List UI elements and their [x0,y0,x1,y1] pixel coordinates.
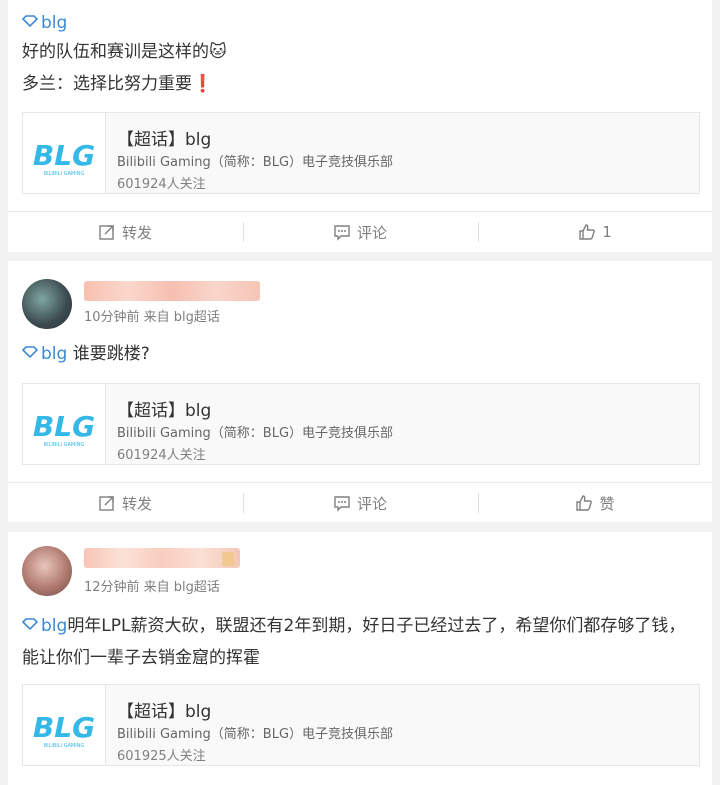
post-card-2: 10分钟前 来自 blg超话 blg 谁要跳楼? BLG BILIBILI GA… [8,261,712,522]
like-label: 赞 [599,494,615,513]
card-followers: 601925人关注 [117,749,206,764]
card-title: 【超话】blg [117,130,212,150]
repost-button[interactable]: 转发 [8,212,242,252]
avatar[interactable] [22,546,72,596]
repost-label: 转发 [121,494,152,513]
username-blurred[interactable] [84,548,240,568]
supertopic-card[interactable]: BLG BILIBILI GAMING 【超话】blg Bilibili Gam… [22,112,700,194]
comment-icon [334,225,350,241]
topic-link[interactable]: blg [22,616,67,636]
card-desc: Bilibili Gaming（简称：BLG）电子竞技俱乐部 [117,426,394,441]
like-button[interactable]: 赞 [478,483,712,523]
vip-badge-icon [222,552,234,566]
thumbs-up-icon [576,495,593,511]
supertopic-diamond-icon [22,618,38,630]
blg-logo-text: BLG [33,139,95,172]
supertopic-diamond-icon [22,15,38,27]
like-count: 1 [602,223,612,241]
blg-logo-text: BLG [33,410,95,443]
thumbs-up-icon [579,224,596,240]
post-line-1: 好的队伍和赛训是这样的🐱 [22,42,227,62]
post-text: blg 谁要跳楼? [22,341,150,367]
card-title: 【超话】blg [117,401,212,421]
like-button[interactable]: 1 [478,212,712,252]
post-meta: 12分钟前 来自 blg超话 [84,580,220,595]
avatar[interactable] [22,279,72,329]
supertopic-card[interactable]: BLG BILIBILI GAMING 【超话】blg Bilibili Gam… [22,383,700,465]
username-blurred[interactable] [84,281,260,301]
post-card-3: 12分钟前 来自 blg超话 blg明年LPL薪资大砍，联盟还有2年到期，好日子… [8,532,712,785]
post-meta: 10分钟前 来自 blg超话 [84,310,220,325]
blg-logo: BLG BILIBILI GAMING [23,384,106,464]
comment-label: 评论 [356,223,387,242]
card-title: 【超话】blg [117,702,212,722]
post-body: 谁要跳楼? [72,344,150,364]
comment-label: 评论 [356,494,387,513]
card-followers: 601924人关注 [117,177,206,192]
action-bar: 转发 评论 赞 [8,482,712,523]
repost-icon [99,225,114,240]
blg-logo-subtext: BILIBILI GAMING [44,171,85,177]
topic-link[interactable]: blg [22,344,73,364]
action-bar: 转发 评论 1 [8,211,712,252]
blg-logo: BLG BILIBILI GAMING [23,113,106,193]
supertopic-diamond-icon [22,346,38,358]
post-text: blg [22,10,67,36]
comment-button[interactable]: 评论 [243,483,477,523]
post-line-2: 多兰：选择比努力重要❗ [22,74,214,94]
card-followers: 601924人关注 [117,448,206,463]
blg-logo: BLG BILIBILI GAMING [23,685,106,765]
repost-label: 转发 [121,223,152,242]
card-desc: Bilibili Gaming（简称：BLG）电子竞技俱乐部 [117,727,394,742]
repost-icon [99,496,114,511]
post-card-1: blg 好的队伍和赛训是这样的🐱 多兰：选择比努力重要❗ BLG BILIBIL… [8,0,712,252]
topic-link[interactable]: blg [22,13,67,33]
repost-button[interactable]: 转发 [8,483,242,523]
blg-logo-subtext: BILIBILI GAMING [44,442,85,448]
post-body: 明年LPL薪资大砍，联盟还有2年到期，好日子已经过去了，希望你们都存够了钱，能让… [22,616,686,668]
comment-button[interactable]: 评论 [243,212,477,252]
blg-logo-subtext: BILIBILI GAMING [44,743,85,749]
blg-logo-text: BLG [33,711,95,744]
post-text: blg明年LPL薪资大砍，联盟还有2年到期，好日子已经过去了，希望你们都存够了钱… [22,610,698,674]
comment-icon [334,496,350,512]
supertopic-card[interactable]: BLG BILIBILI GAMING 【超话】blg Bilibili Gam… [22,684,700,766]
card-desc: Bilibili Gaming（简称：BLG）电子竞技俱乐部 [117,155,394,170]
